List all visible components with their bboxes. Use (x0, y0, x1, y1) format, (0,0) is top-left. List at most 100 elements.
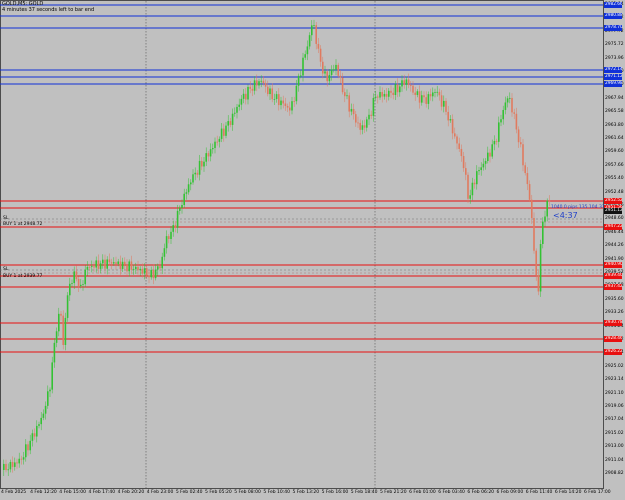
candle-body (192, 174, 194, 183)
candle-body (22, 457, 25, 460)
candle-body (31, 433, 34, 441)
chart-window[interactable]: GOLD,M5: GOLD 4 minutes 37 seconds left … (0, 0, 625, 500)
price-axis-label: 2946.44 (605, 229, 624, 235)
candle-body (469, 195, 471, 199)
candle-body (280, 100, 282, 106)
candle-body (104, 259, 106, 269)
level-price-tag: 2982.66 (604, 2, 622, 8)
price-axis-label: 2908.82 (605, 471, 624, 476)
candle-body (425, 97, 427, 104)
candle-body (401, 80, 403, 87)
candle-body (542, 221, 544, 245)
candle-body (260, 80, 262, 82)
price-axis-label: 2955.40 (605, 176, 624, 182)
candle-body (524, 165, 526, 174)
candle-body (247, 86, 249, 100)
candle-body (14, 462, 16, 467)
candle-body (113, 262, 115, 264)
candle-body (165, 236, 168, 249)
price-axis-label: 2961.64 (605, 136, 624, 141)
candle-body (304, 54, 306, 58)
price-axis-label: 2925.02 (605, 363, 624, 369)
candle-body (40, 417, 42, 425)
candle-body (209, 149, 212, 157)
candle-body (126, 264, 128, 272)
candle-body (251, 88, 254, 91)
candle-body (141, 268, 144, 274)
candle-body (66, 295, 69, 318)
level-price-tag: 2972.14 (604, 67, 622, 73)
candle-body (484, 161, 487, 164)
candle-body (51, 362, 53, 390)
candle-body (363, 125, 366, 128)
candle-body (544, 216, 546, 222)
candle-body (330, 69, 333, 75)
candle-body (416, 91, 419, 95)
candle-body (27, 444, 29, 451)
candle-body (97, 260, 100, 269)
candle-body (25, 444, 27, 458)
bar-countdown-header: 4 minutes 37 seconds left to bar end (2, 7, 95, 13)
candle-body (190, 182, 192, 185)
candle-body (346, 95, 348, 97)
candle-body (282, 100, 284, 104)
candle-body (229, 121, 232, 125)
candle-body (407, 79, 410, 86)
time-axis-label: 6 Feb 17:00 (584, 490, 611, 495)
candle-body (328, 74, 331, 82)
candle-body (148, 275, 150, 278)
candle-body (313, 25, 315, 26)
price-axis-label: 2975.72 (605, 42, 624, 48)
candle-body (240, 98, 243, 105)
price-chart[interactable] (0, 0, 625, 500)
candle-body (212, 148, 214, 150)
candle-body (513, 112, 515, 114)
candle-body (176, 210, 179, 228)
price-axis-label: 2957.66 (605, 162, 624, 168)
candle-body (60, 313, 62, 316)
candle-body (115, 262, 117, 264)
candle-body (315, 25, 317, 44)
candle-body (359, 122, 361, 130)
level-price-tag: 2952.52 (604, 198, 622, 204)
candle-body (196, 172, 199, 175)
level-price-tag: 2939.40 (604, 273, 622, 279)
candle-body (150, 269, 152, 278)
candle-body (286, 105, 289, 108)
candle-body (174, 225, 177, 228)
candle-body (377, 96, 379, 98)
candle-body (421, 95, 423, 103)
candle-body (121, 261, 124, 269)
price-axis-label: 2933.26 (605, 310, 624, 316)
time-axis-label: 5 Feb 21:20 (379, 490, 407, 495)
candle-body (108, 259, 111, 263)
order-sl-label: SL (3, 267, 9, 272)
candle-body (264, 83, 267, 87)
candle-body (405, 79, 408, 85)
level-price-tag: 2980.88 (604, 13, 622, 19)
candle-body (194, 172, 196, 175)
candle-body (456, 136, 458, 144)
candle-body (146, 268, 148, 276)
candle-body (119, 261, 122, 269)
candle-body (322, 61, 324, 74)
candle-body (29, 440, 31, 451)
time-axis-label: 6 Feb 03:40 (438, 490, 465, 495)
candle-body (498, 122, 500, 142)
candle-body (179, 208, 181, 211)
candle-body (368, 114, 370, 120)
candle-body (482, 163, 485, 168)
candle-body (311, 25, 313, 36)
candle-body (537, 275, 540, 292)
candle-body (341, 77, 344, 93)
candle-body (80, 284, 82, 287)
candle-body (383, 93, 386, 97)
candle-body (289, 107, 291, 111)
candle-body (388, 90, 390, 97)
candle-body (324, 71, 326, 74)
candle-body (220, 128, 223, 139)
candle-body (491, 144, 493, 157)
candle-body (137, 266, 139, 271)
candle-body (86, 266, 89, 270)
candle-body (506, 98, 509, 103)
